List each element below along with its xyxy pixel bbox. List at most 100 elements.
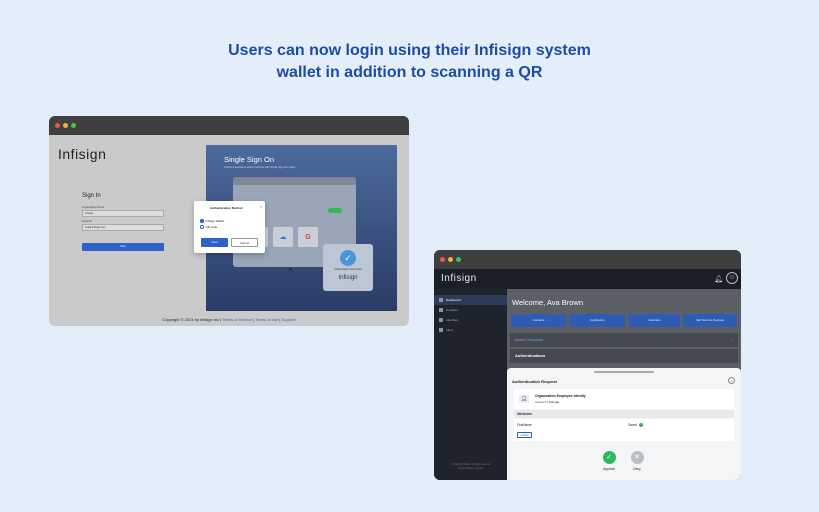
org-label: Organization Name [82,206,105,209]
app-header: Infisign 🔔︎ ☺ [434,269,741,289]
login-footer: Copyright © 2024 by Infisign Inc | Terms… [49,317,409,322]
authentications-section: Authentications [510,349,738,363]
quick-action-self-service[interactable]: Self Service Request [683,314,737,327]
attribute-row: FirstName Saved + More [514,419,734,441]
minimize-dot[interactable] [63,123,68,128]
inbox-icon [439,328,443,332]
terms-of-service-link[interactable]: Terms of Service [222,317,252,322]
option-qr[interactable]: QR code [200,225,217,229]
sidebar-item-label: Contacts [446,308,458,312]
issuer-name: Infisign [548,400,560,404]
status-dot-icon [639,423,644,427]
close-dot[interactable] [55,123,60,128]
sidebar-item-identities[interactable]: Identities [434,315,507,325]
sidebar-item-inbox[interactable]: Inbox [434,325,507,335]
sidebar-item-label: Identities [446,318,459,322]
quick-action-application[interactable]: Application [570,314,625,327]
option-wallet-label: Infisign Wallet [205,219,225,223]
signin-form: Sign In Organization Name Infisign Email… [82,193,164,251]
sso-title: Single Sign On [224,155,275,164]
google-icon: G [298,227,318,247]
deny-label: Deny [633,467,641,471]
verified-card: ✓ Authentication Successful Infisign [323,244,373,291]
sidebar-item-contacts[interactable]: Contacts [434,305,507,315]
window-titlebar [434,250,741,269]
footer-separator: | [279,317,281,322]
sso-badge [328,208,342,213]
radio-icon [200,219,204,223]
quick-action-identities[interactable]: Identities [629,314,680,327]
modal-cancel-button[interactable]: Cancel [231,238,258,247]
maximize-dot[interactable] [456,257,461,262]
id-card-icon: 👤︎ [519,395,529,403]
sidebar-footer: © 2024 by Infisign. All rights reserved … [434,463,507,471]
modal-title: Authentication Method [210,206,243,210]
sidebar-item-dashboard[interactable]: Dashboard [434,295,507,305]
avatar[interactable]: ☺ [726,272,738,284]
auth-request-sheet: Authentication Request × 👤︎ Organization… [507,368,741,480]
approve-button[interactable]: ✓ Approve [598,451,620,471]
approve-label: Approve [603,467,615,471]
minimize-dot[interactable] [448,257,453,262]
modal-next-button[interactable]: Next [201,238,228,247]
issued-prefix: Issued by [535,400,548,404]
cloud-app-icon: ☁ [273,227,293,247]
maximize-dot[interactable] [71,123,76,128]
verified-caption: Authentication Successful [334,268,362,271]
attribute-value: Saved [628,423,644,427]
next-button[interactable]: Next [82,243,164,251]
close-icon[interactable]: × [728,377,735,384]
footer-copyright: Copyright © 2024 by Infisign Inc [162,317,220,322]
attribute-value-text: Saved [628,423,638,427]
headline: Users can now login using their Infisign… [0,40,819,84]
attributes-header: Attributes [514,410,734,418]
welcome-prefix: Welcome, [512,298,546,307]
org-input[interactable]: Infisign [82,210,164,217]
email-input[interactable]: ava@infisign.com [82,224,164,231]
auth-method-modal: Authentication Method × Infisign Wallet … [194,201,265,253]
id-card-icon [439,318,443,322]
wallet-window: Infisign 🔔︎ ☺ Dashboard Contacts Identit… [434,250,741,480]
sidebar: Dashboard Contacts Identities Inbox © 20… [434,289,507,480]
auth-request-title: Authentication Request [512,379,557,384]
credential-name: Organization Employee Identity [535,394,586,398]
sso-subtitle: Unlock a seamless world of access with S… [224,166,297,169]
login-window: Infisign Sign In Organization Name Infis… [49,116,409,326]
illustration-titlebar [233,177,356,185]
verified-logo: Infisign [338,275,358,281]
option-wallet[interactable]: Infisign Wallet [200,219,224,223]
login-page: Infisign Sign In Organization Name Infis… [49,135,409,326]
pointer-icon: ↖ [288,266,295,275]
infisign-logo: Infisign [441,273,477,284]
terms-of-use-link[interactable]: Terms of use [255,317,278,322]
contacts-icon [439,308,443,312]
infisign-logo: Infisign [58,146,107,162]
deny-button[interactable]: ✕ Deny [626,451,648,471]
email-label: Email ID [82,220,92,223]
x-icon: ✕ [630,451,644,464]
option-qr-label: QR code [205,225,218,229]
radio-icon [200,225,204,229]
sidebar-links[interactable]: Privacy Policy | Support [434,467,507,471]
support-link[interactable]: Support [282,317,296,322]
check-icon: ✓ [340,250,356,266]
grid-icon [439,298,443,302]
welcome-heading: Welcome, Ava Brown [512,298,583,307]
active-sessions-label: Active Sessions [515,337,544,342]
close-icon[interactable]: × [260,204,262,209]
issued-by: Issued by Infisign [535,400,559,404]
headline-line-2: wallet in addition to scanning a QR [276,64,543,81]
quick-action-contacts[interactable]: Contacts [511,314,566,327]
sheet-handle[interactable] [594,371,654,373]
bell-icon[interactable]: 🔔︎ [714,275,723,283]
active-sessions-section[interactable]: Active Sessions → [510,333,738,347]
sidebar-item-label: Inbox [446,328,454,332]
check-icon: ✓ [602,451,616,464]
signin-title: Sign In [82,193,101,199]
window-titlebar [49,116,409,135]
credential-card: 👤︎ Organization Employee Identity Issued… [514,389,734,409]
more-button[interactable]: + More [517,432,532,438]
user-name: Ava Brown [546,298,584,307]
close-dot[interactable] [440,257,445,262]
headline-line-1: Users can now login using their Infisign… [228,42,591,59]
